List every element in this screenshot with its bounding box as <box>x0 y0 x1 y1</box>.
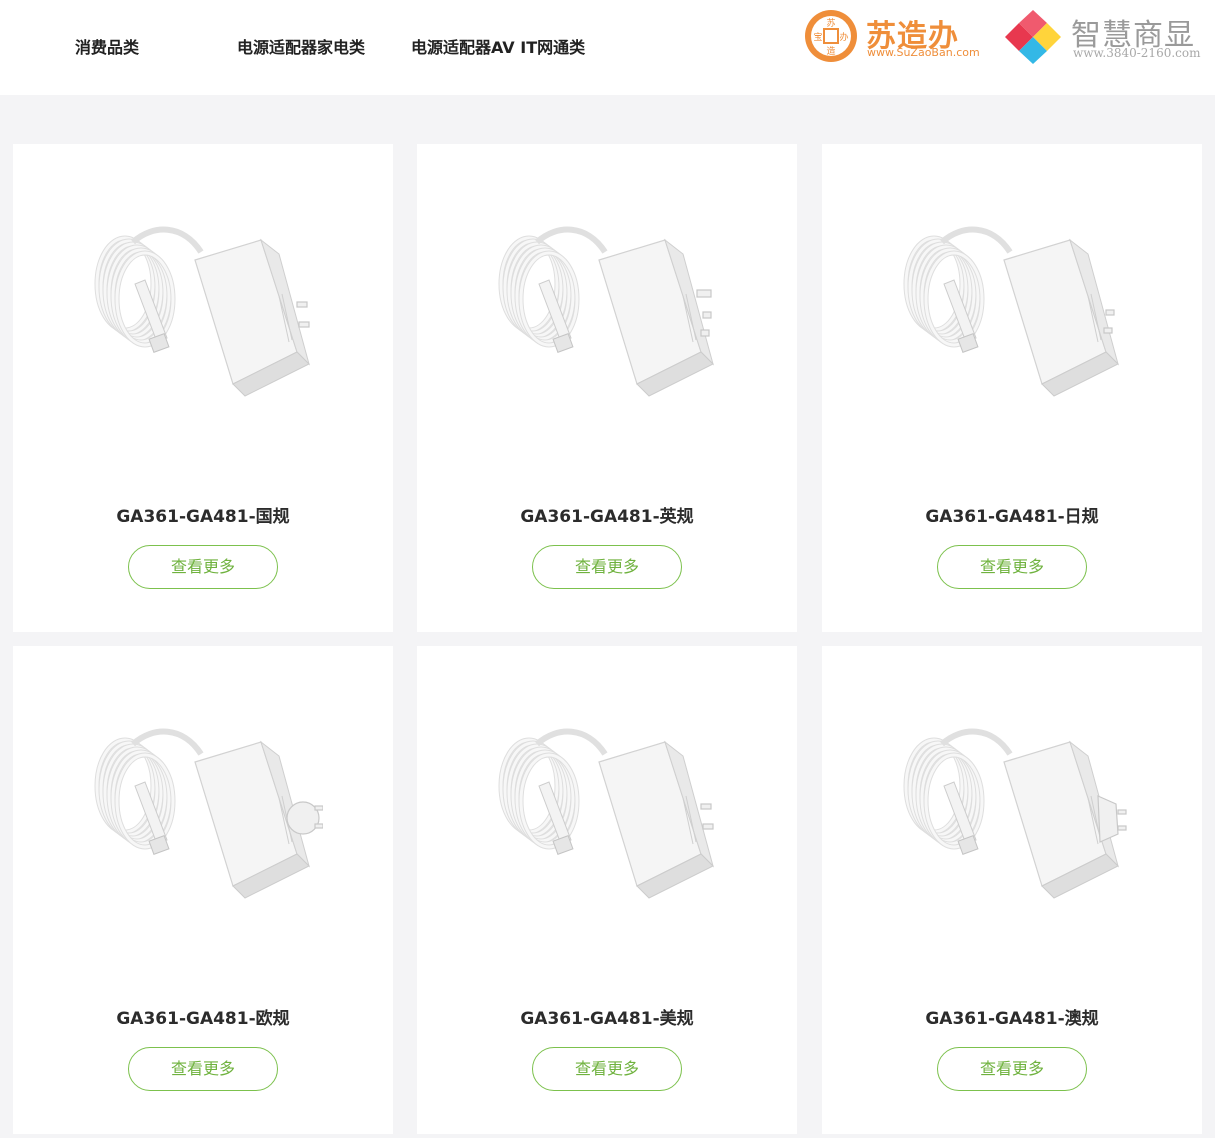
view-more-button[interactable]: 查看更多 <box>128 545 278 589</box>
product-card[interactable]: GA361-GA481-英规 查看更多 <box>417 144 797 632</box>
svg-text:苏: 苏 <box>826 17 835 29</box>
zhihui-logo-url: www.3840-2160.com <box>1073 46 1201 60</box>
product-card[interactable]: GA361-GA481-美规 查看更多 <box>417 646 797 1134</box>
suzaoban-logo-url: www.SuZaoBan.com <box>867 46 980 59</box>
product-card[interactable]: GA361-GA481-日规 查看更多 <box>822 144 1202 632</box>
product-title: GA361-GA481-澳规 <box>925 1009 1099 1029</box>
power-adapter-image-icon <box>903 226 1119 397</box>
view-more-button[interactable]: 查看更多 <box>128 1047 278 1091</box>
svg-text:造: 造 <box>826 45 835 57</box>
product-title: GA361-GA481-日规 <box>925 507 1099 527</box>
top-nav-bar: 消费品类 电源适配器家电类 电源适配器AV IT网通类 苏 宝 办 造 苏造办 … <box>0 0 1215 95</box>
view-more-button[interactable]: 查看更多 <box>937 545 1087 589</box>
power-adapter-image-icon <box>498 728 714 899</box>
view-more-button[interactable]: 查看更多 <box>937 1047 1087 1091</box>
nav-item-av-it-adapter[interactable]: 电源适配器AV IT网通类 <box>411 34 585 58</box>
product-title: GA361-GA481-欧规 <box>116 1009 290 1029</box>
view-more-button[interactable]: 查看更多 <box>532 545 682 589</box>
product-card[interactable]: GA361-GA481-欧规 查看更多 <box>13 646 393 1134</box>
product-title: GA361-GA481-英规 <box>520 507 694 527</box>
svg-text:宝: 宝 <box>813 31 822 43</box>
zhihui-diamond-icon <box>1005 10 1061 64</box>
power-adapter-image-icon <box>94 226 310 397</box>
power-adapter-image-icon <box>94 728 323 899</box>
zhihui-logo[interactable]: 智慧商显 www.3840-2160.com <box>1003 8 1208 64</box>
power-adapter-image-icon <box>498 226 714 397</box>
nav-item-consumer[interactable]: 消费品类 <box>75 34 139 58</box>
suzaoban-logo[interactable]: 苏 宝 办 造 苏造办 www.SuZaoBan.com <box>803 6 993 64</box>
suzaoban-seal-icon: 苏 宝 办 造 <box>805 10 857 62</box>
power-adapter-image-icon <box>903 728 1127 899</box>
nav-item-appliance-adapter[interactable]: 电源适配器家电类 <box>237 34 365 58</box>
product-title: GA361-GA481-国规 <box>116 507 290 527</box>
product-card[interactable]: GA361-GA481-国规 查看更多 <box>13 144 393 632</box>
product-card[interactable]: GA361-GA481-澳规 查看更多 <box>822 646 1202 1134</box>
product-title: GA361-GA481-美规 <box>520 1009 694 1029</box>
view-more-button[interactable]: 查看更多 <box>532 1047 682 1091</box>
svg-text:办: 办 <box>839 31 848 43</box>
